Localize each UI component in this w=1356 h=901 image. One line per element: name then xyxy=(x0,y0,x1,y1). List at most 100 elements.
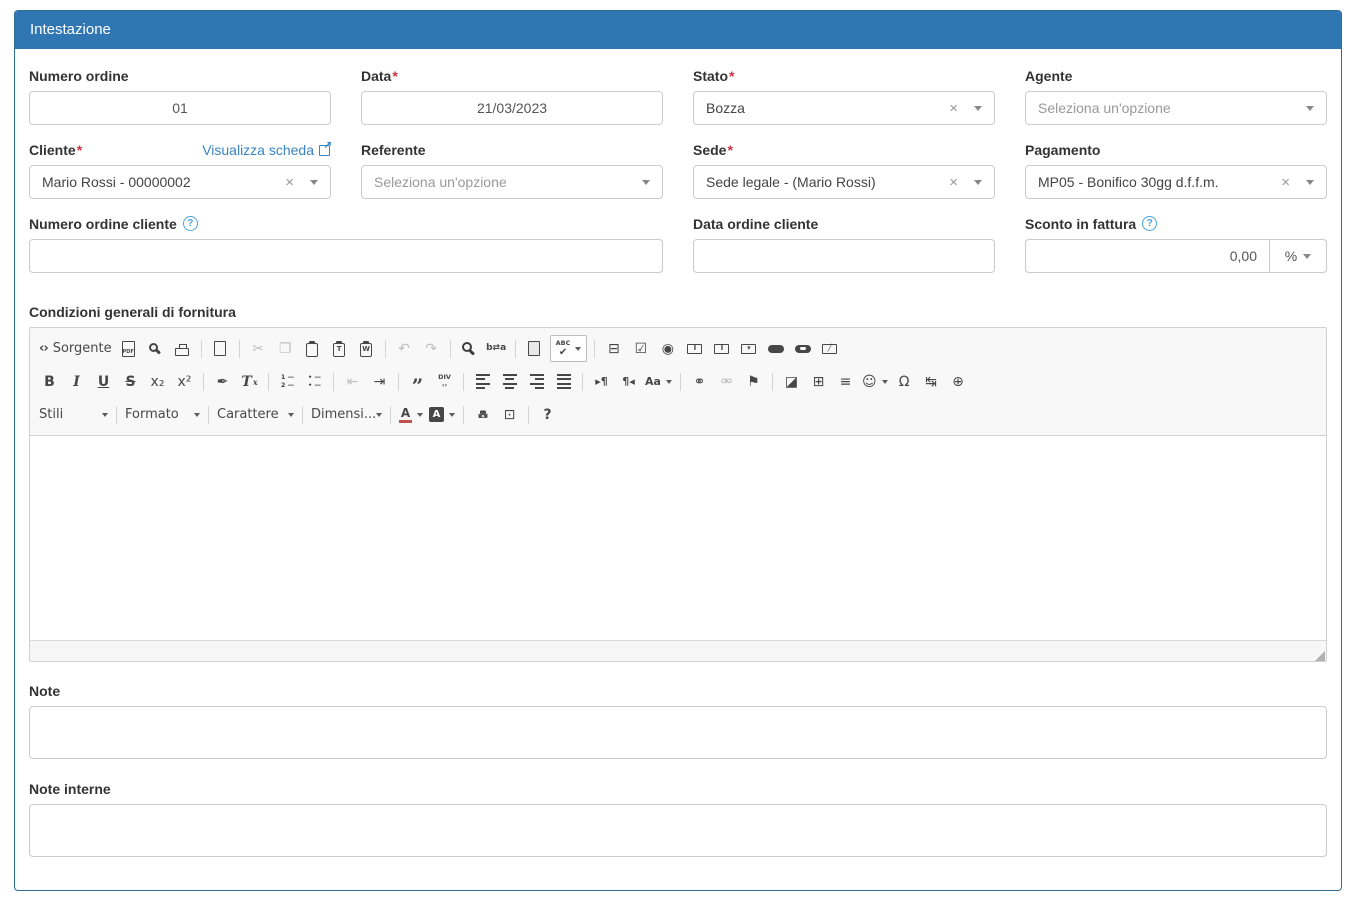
source-button[interactable]: ‹›Sorgente xyxy=(36,335,115,362)
align-left-button[interactable] xyxy=(469,368,496,395)
toolbar-separator xyxy=(201,340,202,358)
anchor-button[interactable]: ⚑ xyxy=(740,368,767,395)
spell-check-button[interactable]: ABC✔ xyxy=(550,335,588,362)
preview-button[interactable] xyxy=(142,335,169,362)
select-all-button[interactable] xyxy=(521,335,548,362)
resize-handle-icon[interactable] xyxy=(1315,651,1325,661)
hidden-field-button[interactable]: ╱ xyxy=(816,335,843,362)
font-button[interactable]: Carattere xyxy=(214,401,297,428)
align-center-button[interactable] xyxy=(496,368,523,395)
agente-select[interactable]: Seleziona un'opzione xyxy=(1025,91,1327,125)
data-ordine-cliente-input[interactable] xyxy=(693,239,995,273)
bidi-ltr-button[interactable]: ▸¶ xyxy=(588,368,615,395)
bulleted-list-button[interactable]: • —• — xyxy=(301,368,328,395)
print-button[interactable] xyxy=(169,335,196,362)
language-button[interactable]: Aa xyxy=(642,368,675,395)
stato-select[interactable]: Bozza × xyxy=(693,91,995,125)
replace-button[interactable]: b⇄a xyxy=(483,335,510,362)
export-pdf-button[interactable]: PDF xyxy=(115,335,142,362)
redo-button[interactable]: ↷ xyxy=(418,335,445,362)
sede-select[interactable]: Sede legale - (Mario Rossi) × xyxy=(693,165,995,199)
clear-icon[interactable]: × xyxy=(1281,175,1290,190)
div-container-button[interactable]: DIV‹› xyxy=(431,368,458,395)
find-button[interactable] xyxy=(456,335,483,362)
radio-button-button[interactable]: ◉ xyxy=(654,335,681,362)
strikethrough-button[interactable]: S xyxy=(117,368,144,395)
data-input[interactable] xyxy=(361,91,663,125)
link-icon: ⚭ xyxy=(694,375,706,389)
caret-down-icon xyxy=(882,380,888,387)
clear-icon[interactable]: × xyxy=(949,175,958,190)
editor-content[interactable] xyxy=(30,436,1326,640)
chevron-down-icon xyxy=(974,180,982,189)
underline-button[interactable]: U xyxy=(90,368,117,395)
page-break-button[interactable]: ↹ xyxy=(918,368,945,395)
note-interne-textarea[interactable] xyxy=(29,804,1327,857)
chevron-down-icon xyxy=(1306,180,1314,189)
maximize-button[interactable]: ↔↔ xyxy=(469,401,496,428)
clear-icon[interactable]: × xyxy=(285,175,294,190)
font-size-button[interactable]: Dimensi... xyxy=(308,401,385,428)
note-textarea[interactable] xyxy=(29,706,1327,759)
increase-indent-button[interactable]: ⇥ xyxy=(366,368,393,395)
background-color-button[interactable]: A xyxy=(426,401,458,428)
text-field-button[interactable]: I xyxy=(681,335,708,362)
smiley-button[interactable]: ☺ xyxy=(859,368,891,395)
pagamento-select[interactable]: MP05 - Bonifico 30gg d.f.f.m. × xyxy=(1025,165,1327,199)
textarea-field-button[interactable]: I xyxy=(708,335,735,362)
undo-button[interactable]: ↶ xyxy=(391,335,418,362)
checkbox-button[interactable]: ☑ xyxy=(627,335,654,362)
templates-button[interactable] xyxy=(207,335,234,362)
chevron-down-icon xyxy=(974,106,982,115)
link-button[interactable]: ⚭ xyxy=(686,368,713,395)
align-right-button[interactable] xyxy=(523,368,550,395)
paste-button[interactable] xyxy=(299,335,326,362)
numbered-list-button[interactable]: 1 —2 — xyxy=(274,368,301,395)
bidi-rtl-button[interactable]: ¶◂ xyxy=(615,368,642,395)
image-button-button[interactable] xyxy=(789,335,816,362)
note-interne-label: Note interne xyxy=(29,780,1327,797)
clear-icon[interactable]: × xyxy=(949,101,958,116)
rich-text-editor: ‹›SorgentePDF✂❐TW↶↷b⇄aABC✔⊟☑◉II▾╱BIUSx₂x… xyxy=(29,327,1327,662)
select-field-button[interactable]: ▾ xyxy=(735,335,762,362)
visualizza-scheda-link[interactable]: Visualizza scheda xyxy=(202,142,331,158)
cut-button[interactable]: ✂ xyxy=(245,335,272,362)
sconto-input[interactable] xyxy=(1025,239,1270,273)
numero-ordine-input[interactable] xyxy=(29,91,331,125)
image-button[interactable]: ◪ xyxy=(778,368,805,395)
referente-select[interactable]: Seleziona un'opzione xyxy=(361,165,663,199)
styles-button[interactable]: Stili xyxy=(36,401,111,428)
iframe-icon: ⊕ xyxy=(952,375,964,389)
horizontal-rule-button[interactable]: ≡ xyxy=(832,368,859,395)
iframe-button[interactable]: ⊕ xyxy=(945,368,972,395)
paste-from-word-button[interactable]: W xyxy=(353,335,380,362)
copy-button[interactable]: ❐ xyxy=(272,335,299,362)
remove-format-button[interactable]: Tx xyxy=(236,368,263,395)
italic-button[interactable]: I xyxy=(63,368,90,395)
special-char-button[interactable]: Ω xyxy=(891,368,918,395)
subscript-button[interactable]: x₂ xyxy=(144,368,171,395)
help-icon[interactable]: ? xyxy=(183,216,198,231)
superscript-button[interactable]: x² xyxy=(171,368,198,395)
button-field-button[interactable] xyxy=(762,335,789,362)
table-button[interactable]: ⊞ xyxy=(805,368,832,395)
text-color-button[interactable]: A xyxy=(396,401,426,428)
unlink-button[interactable]: ⚮ xyxy=(713,368,740,395)
cliente-select[interactable]: Mario Rossi - 00000002 × xyxy=(29,165,331,199)
numero-ordine-cliente-input[interactable] xyxy=(29,239,663,273)
sconto-unit-select[interactable]: % xyxy=(1270,239,1327,273)
format-button[interactable]: Formato xyxy=(122,401,203,428)
bold-button[interactable]: B xyxy=(36,368,63,395)
toolbar-separator xyxy=(116,406,117,424)
form-button[interactable]: ⊟ xyxy=(600,335,627,362)
help-icon[interactable]: ? xyxy=(1142,216,1157,231)
decrease-indent-button[interactable]: ⇤ xyxy=(339,368,366,395)
about-button[interactable]: ? xyxy=(534,401,561,428)
paste-as-text-button[interactable]: T xyxy=(326,335,353,362)
show-blocks-button[interactable]: ⊡ xyxy=(496,401,523,428)
blockquote-button[interactable]: ” xyxy=(404,368,431,395)
align-justify-button[interactable] xyxy=(550,368,577,395)
copy-formatting-button[interactable]: ✒ xyxy=(209,368,236,395)
toolbar-separator xyxy=(582,373,583,391)
numero-ordine-label: Numero ordine xyxy=(29,67,331,84)
